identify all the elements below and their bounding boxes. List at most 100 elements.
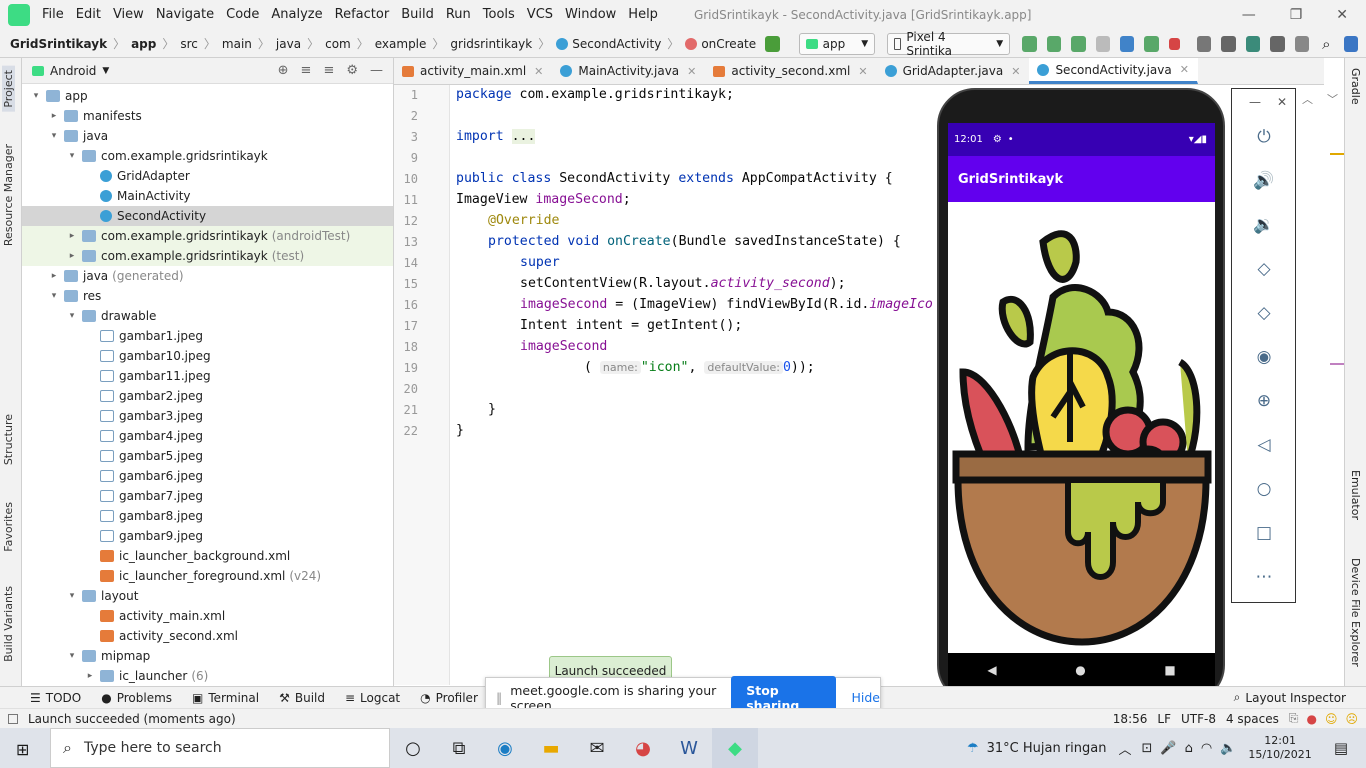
- menu-tools[interactable]: Tools: [477, 0, 521, 30]
- apply-changes-icon[interactable]: [1046, 35, 1062, 52]
- breadcrumb-method[interactable]: onCreate: [681, 37, 760, 51]
- tree-item[interactable]: gambar4.jpeg: [22, 426, 393, 446]
- tool-tab-emulator[interactable]: Emulator: [1349, 470, 1362, 520]
- drag-handle-icon[interactable]: ‖: [496, 690, 502, 705]
- breadcrumb-main[interactable]: main: [218, 37, 256, 51]
- expand-arrow-icon[interactable]: ▾: [66, 591, 78, 601]
- windows-start-icon[interactable]: ⊞: [16, 740, 29, 759]
- tool-tab-gradle[interactable]: Gradle: [1349, 68, 1362, 105]
- rotate-right-icon[interactable]: ◇: [1252, 301, 1276, 325]
- tool-tab-terminal[interactable]: ▣ Terminal: [182, 691, 269, 705]
- breadcrumb-java[interactable]: java: [272, 37, 305, 51]
- emulator-screen[interactable]: 12:01 ⚙ • ▾◢▮ GridSrintikayk ◀ ● ■: [948, 123, 1215, 687]
- maximize-icon[interactable]: ❐: [1290, 7, 1303, 23]
- tool-tab-build-variants[interactable]: Build Variants: [2, 586, 15, 662]
- close-icon[interactable]: ✕: [1336, 7, 1348, 23]
- project-structure-icon[interactable]: [1196, 35, 1212, 52]
- tree-item[interactable]: MainActivity: [22, 186, 393, 206]
- tree-item[interactable]: ▾ java: [22, 126, 393, 146]
- profile-icon[interactable]: [1120, 35, 1135, 52]
- attach-debugger-icon[interactable]: [1095, 35, 1111, 52]
- tree-item[interactable]: gambar7.jpeg: [22, 486, 393, 506]
- tree-item[interactable]: SecondActivity: [22, 206, 393, 226]
- tool-tab-todo[interactable]: ☰ TODO: [0, 691, 91, 705]
- hide-button[interactable]: Hide: [852, 690, 881, 705]
- close-tab-icon[interactable]: ✕: [858, 65, 867, 78]
- tool-tab-project[interactable]: Project: [2, 66, 15, 112]
- menu-refactor[interactable]: Refactor: [329, 0, 396, 30]
- editor-tab[interactable]: activity_main.xml ✕: [394, 58, 552, 84]
- tool-tab-logcat[interactable]: ≡ Logcat: [335, 691, 410, 705]
- tray-app-icon[interactable]: ⊡: [1142, 741, 1153, 756]
- power-icon[interactable]: ⏻: [1252, 125, 1276, 149]
- tool-tab-favorites[interactable]: Favorites: [2, 502, 15, 552]
- weather-icon[interactable]: ☂: [967, 741, 979, 756]
- close-tab-icon[interactable]: ✕: [687, 65, 696, 78]
- microphone-icon[interactable]: 🎤: [1160, 741, 1176, 756]
- tree-item[interactable]: ic_launcher_background.xml: [22, 546, 393, 566]
- menu-view[interactable]: View: [107, 0, 150, 30]
- tree-item[interactable]: ▾ app: [22, 86, 393, 106]
- minimize-icon[interactable]: —: [1242, 7, 1256, 23]
- back-icon[interactable]: ◁: [1252, 433, 1276, 457]
- settings-sync-icon[interactable]: [1343, 35, 1359, 52]
- minimize-icon[interactable]: —: [1249, 95, 1261, 109]
- menu-vcs[interactable]: VCS: [521, 0, 559, 30]
- menu-window[interactable]: Window: [559, 0, 622, 30]
- word-icon[interactable]: W: [666, 728, 712, 768]
- code-editor[interactable]: package com.example.gridsrintikayk; impo…: [450, 85, 950, 685]
- tree-item[interactable]: ▾ com.example.gridsrintikayk: [22, 146, 393, 166]
- tool-tab-problems[interactable]: ● Problems: [91, 691, 182, 705]
- close-tab-icon[interactable]: ✕: [1011, 65, 1020, 78]
- tree-item[interactable]: ▸ com.example.gridsrintikayk (test): [22, 246, 393, 266]
- menu-analyze[interactable]: Analyze: [265, 0, 328, 30]
- run-config-select[interactable]: app ▼: [798, 32, 876, 55]
- hide-panel-icon[interactable]: —: [370, 63, 383, 78]
- tree-item[interactable]: ▸ ic_launcher (6): [22, 666, 393, 686]
- tree-item[interactable]: activity_second.xml: [22, 626, 393, 646]
- breadcrumb-example[interactable]: example: [371, 37, 431, 51]
- tree-item[interactable]: ▾ drawable: [22, 306, 393, 326]
- breadcrumb-app[interactable]: app: [127, 37, 160, 51]
- tree-item[interactable]: activity_main.xml: [22, 606, 393, 626]
- caret-position[interactable]: 18:56: [1113, 712, 1148, 726]
- network-icon[interactable]: ⌂: [1185, 741, 1193, 756]
- tree-item[interactable]: gambar11.jpeg: [22, 366, 393, 386]
- editor-tab[interactable]: GridAdapter.java ✕: [877, 58, 1030, 84]
- menu-build[interactable]: Build: [395, 0, 440, 30]
- camera-icon[interactable]: ◉: [1252, 345, 1276, 369]
- tree-item[interactable]: gambar2.jpeg: [22, 386, 393, 406]
- expand-arrow-icon[interactable]: ▸: [48, 271, 60, 281]
- task-view-icon[interactable]: ⧉: [436, 728, 482, 768]
- tool-tab-resource-manager[interactable]: Resource Manager: [2, 144, 15, 246]
- tree-item[interactable]: gambar6.jpeg: [22, 466, 393, 486]
- tree-item[interactable]: gambar10.jpeg: [22, 346, 393, 366]
- expand-arrow-icon[interactable]: ▾: [48, 291, 60, 301]
- file-encoding[interactable]: UTF-8: [1181, 712, 1216, 726]
- device-select[interactable]: Pixel 4 Srintika ▼: [887, 30, 1011, 58]
- tree-item[interactable]: ▾ layout: [22, 586, 393, 606]
- expand-arrow-icon[interactable]: ▸: [84, 671, 96, 681]
- file-explorer-icon[interactable]: ▬: [528, 728, 574, 768]
- close-tab-icon[interactable]: ✕: [534, 65, 543, 78]
- device-manager-icon[interactable]: [1221, 35, 1236, 52]
- collapse-all-icon[interactable]: ≡: [323, 63, 334, 78]
- weather-text[interactable]: 31°C Hujan ringan: [987, 741, 1107, 756]
- recents-nav-icon[interactable]: ■: [1164, 663, 1175, 677]
- panel-toggle-icon[interactable]: [8, 713, 18, 724]
- close-icon[interactable]: ✕: [1277, 95, 1287, 109]
- mail-icon[interactable]: ✉: [574, 728, 620, 768]
- project-view-select[interactable]: Android: [50, 64, 96, 78]
- tool-tab-device-file-explorer[interactable]: Device File Explorer: [1349, 558, 1362, 667]
- tree-item[interactable]: GridAdapter: [22, 166, 393, 186]
- indent-setting[interactable]: 4 spaces: [1226, 712, 1279, 726]
- expand-arrow-icon[interactable]: ▾: [66, 651, 78, 661]
- tree-item[interactable]: gambar9.jpeg: [22, 526, 393, 546]
- cortana-icon[interactable]: ○: [390, 728, 436, 768]
- overview-icon[interactable]: □: [1252, 521, 1276, 545]
- rerun-icon[interactable]: [1022, 35, 1037, 52]
- tree-item[interactable]: ▾ res: [22, 286, 393, 306]
- tree-item[interactable]: gambar5.jpeg: [22, 446, 393, 466]
- breadcrumb-src[interactable]: src: [176, 37, 202, 51]
- expand-arrow-icon[interactable]: ▸: [66, 251, 78, 261]
